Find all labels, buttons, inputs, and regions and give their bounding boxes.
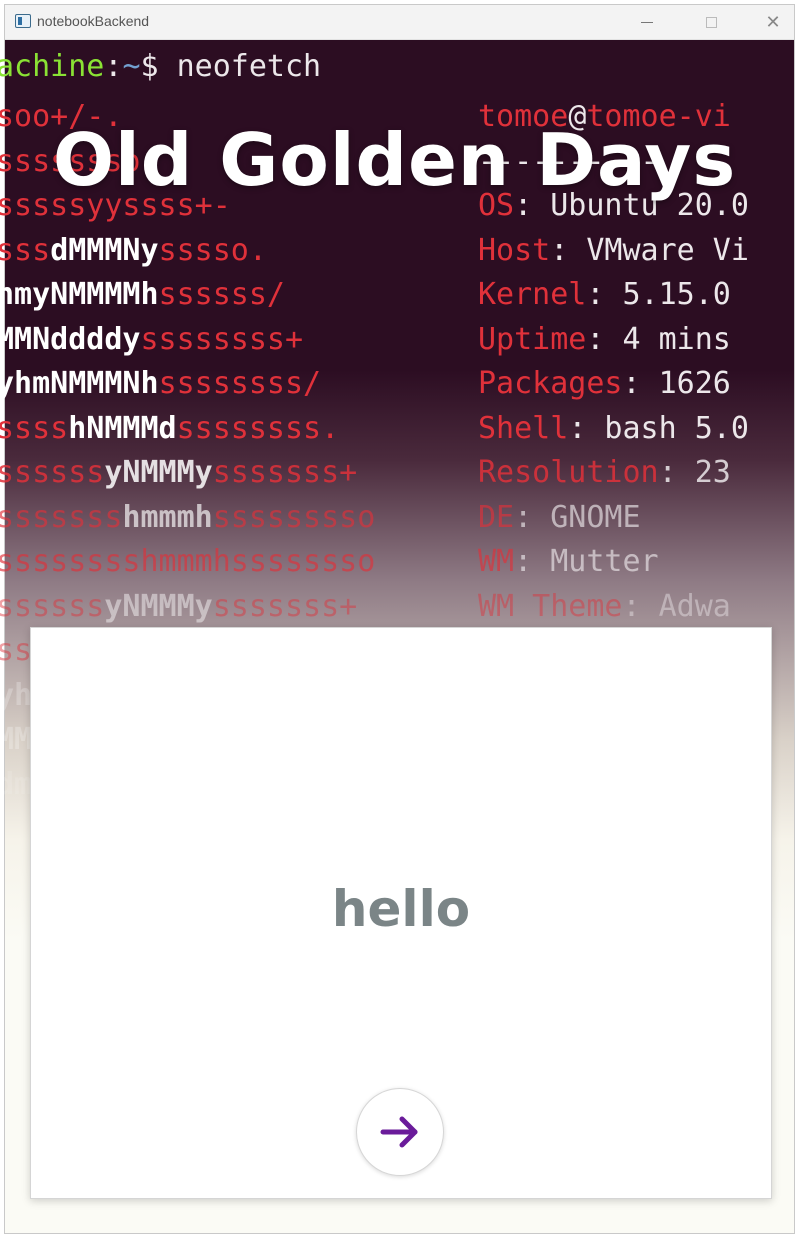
window-title: notebookBackend — [37, 13, 150, 29]
overlay-title: Old Golden Days — [52, 118, 737, 202]
minimize-button[interactable] — [617, 5, 677, 39]
terminal-line: MMNddddyssssssss+ Uptime: 4 mins — [0, 318, 789, 362]
terminal-text: yh — [0, 677, 33, 713]
terminal-text: ss — [0, 633, 33, 668]
terminal-text: ssssss — [0, 588, 105, 624]
terminal-text: : Mutter — [514, 544, 659, 579]
terminal-text: ssssss/ — [158, 277, 285, 312]
terminal-text: Packages — [478, 366, 623, 401]
terminal-text: : VMware Vi — [550, 232, 749, 268]
next-button[interactable] — [356, 1088, 444, 1176]
ascii-logo-segment: ssssssyNMMMysssssss+ — [0, 451, 357, 495]
prompt-separator: : — [104, 49, 123, 84]
ascii-logo-segment: sssdMMMNysssso. — [0, 229, 267, 273]
terminal-text: : GNOME — [514, 499, 641, 535]
ascii-logo-segment: hmyNMMMMhssssss/ — [0, 273, 285, 317]
system-info-segment: Resolution: 23 — [478, 451, 731, 495]
prompt-host: achine — [0, 49, 105, 84]
terminal-text: MM — [0, 722, 33, 757]
terminal-text: Uptime — [478, 321, 587, 357]
arrow-right-icon — [380, 1116, 418, 1148]
terminal-text: WM Theme — [478, 588, 623, 624]
terminal-text: Resolution — [478, 455, 659, 490]
ascii-logo-segment: yh — [0, 674, 32, 718]
system-info-segment: Uptime: 4 mins — [478, 318, 731, 362]
ascii-logo-segment: ssssssshmmmhsssssssso — [0, 496, 375, 540]
terminal-text: sss — [0, 232, 51, 268]
system-info-segment: Kernel: 5.15.0 — [478, 273, 731, 317]
terminal-text: ssssssss+ — [140, 321, 304, 357]
terminal-text: Host — [478, 232, 551, 268]
terminal-text: Shell — [478, 410, 569, 446]
terminal-line: ssssssyNMMMysssssss+ WM Theme: Adwa — [0, 585, 789, 629]
terminal-text: ssss — [0, 410, 69, 446]
terminal-text: ssssss — [0, 455, 105, 490]
content-card: hello — [30, 627, 772, 1199]
terminal-text: hmmmh — [122, 499, 213, 535]
maximize-icon — [705, 16, 717, 28]
terminal-text: : 4 mins — [586, 321, 731, 357]
terminal-line: hmyNMMMMhssssss/Kernel: 5.15.0 — [0, 273, 789, 317]
close-button[interactable]: ✕ — [743, 5, 794, 39]
ascii-logo-segment: MM — [0, 718, 32, 762]
terminal-text: : bash 5.0 — [568, 410, 749, 446]
terminal-line: sssshNMMMdssssssss. Shell: bash 5.0 — [0, 407, 789, 451]
terminal-line: ssssssshmmmhsssssssso DE: GNOME — [0, 496, 789, 540]
prompt-symbol: $ — [140, 49, 177, 84]
terminal-line: ssssssyNMMMysssssss+ Resolution: 23 — [0, 451, 789, 495]
terminal-text: : 1626 — [622, 366, 731, 401]
ascii-logo-segment: MMNddddyssssssss+ — [0, 318, 303, 362]
terminal-text: sssssss — [0, 499, 123, 535]
system-info-segment: Shell: bash 5.0 — [478, 407, 749, 451]
terminal-line: yhmNMMMNhssssssss/Packages: 1626 — [0, 362, 789, 406]
card-text: hello — [331, 880, 471, 938]
terminal-text: : 23 — [658, 455, 731, 490]
terminal-text: MMNddddy — [0, 321, 141, 357]
minimize-icon — [641, 21, 653, 23]
terminal-text: yNMMMy — [104, 588, 213, 624]
terminal-text: ssssssss. — [176, 410, 340, 446]
terminal-command: neofetch — [176, 49, 322, 84]
system-info-segment: WM Theme: Adwa — [478, 585, 731, 629]
terminal-text: : Adwa — [622, 588, 731, 624]
terminal-text: hNMMMd — [68, 410, 177, 446]
ascii-logo-segment: sssshNMMMdssssssss. — [0, 407, 339, 451]
app-icon — [15, 14, 31, 28]
terminal-text: dMMMNy — [50, 232, 159, 268]
terminal-text: : 5.15.0 — [586, 277, 731, 312]
close-icon: ✕ — [765, 11, 781, 33]
system-info-segment: Packages: 1626 — [478, 362, 731, 406]
terminal-text: sssssss+ — [212, 588, 358, 624]
terminal-line: sssdMMMNysssso. Host: VMware Vi — [0, 229, 789, 273]
prompt-path: ~ — [122, 49, 141, 84]
ascii-logo-segment: dm — [0, 763, 32, 807]
terminal-text: ssssssss/ — [158, 366, 322, 401]
ascii-logo-segment: yhmNMMMNhssssssss/ — [0, 362, 321, 406]
terminal-text: sssssssshmmmhssssssso — [0, 544, 376, 579]
terminal-text: sssssss+ — [212, 455, 358, 490]
system-info-segment: Host: VMware Vi — [478, 229, 749, 273]
terminal-text: sssssssso — [212, 499, 376, 535]
system-info-segment: WM: Mutter — [478, 540, 659, 584]
terminal-text: Kernel — [478, 277, 587, 312]
terminal-text: WM — [478, 544, 515, 579]
ascii-logo-segment: sssssssshmmmhssssssso — [0, 540, 375, 584]
terminal-text: yhmNMMMNh — [0, 366, 159, 401]
ascii-logo-segment: ssssssyNMMMysssssss+ — [0, 585, 357, 629]
terminal-text: dm — [0, 766, 33, 802]
terminal-line: sssssssshmmmhssssssso WM: Mutter — [0, 540, 789, 584]
terminal-text: hmyNMMMMh — [0, 277, 159, 312]
terminal-prompt: achine:~$ neofetch — [0, 49, 321, 84]
terminal-text: DE — [478, 499, 515, 535]
system-info-segment: DE: GNOME — [478, 496, 641, 540]
terminal-text: sssso. — [158, 232, 267, 268]
ascii-logo-segment: ss — [0, 629, 32, 673]
terminal-text: yNMMMy — [104, 455, 213, 490]
maximize-button[interactable] — [681, 5, 741, 39]
